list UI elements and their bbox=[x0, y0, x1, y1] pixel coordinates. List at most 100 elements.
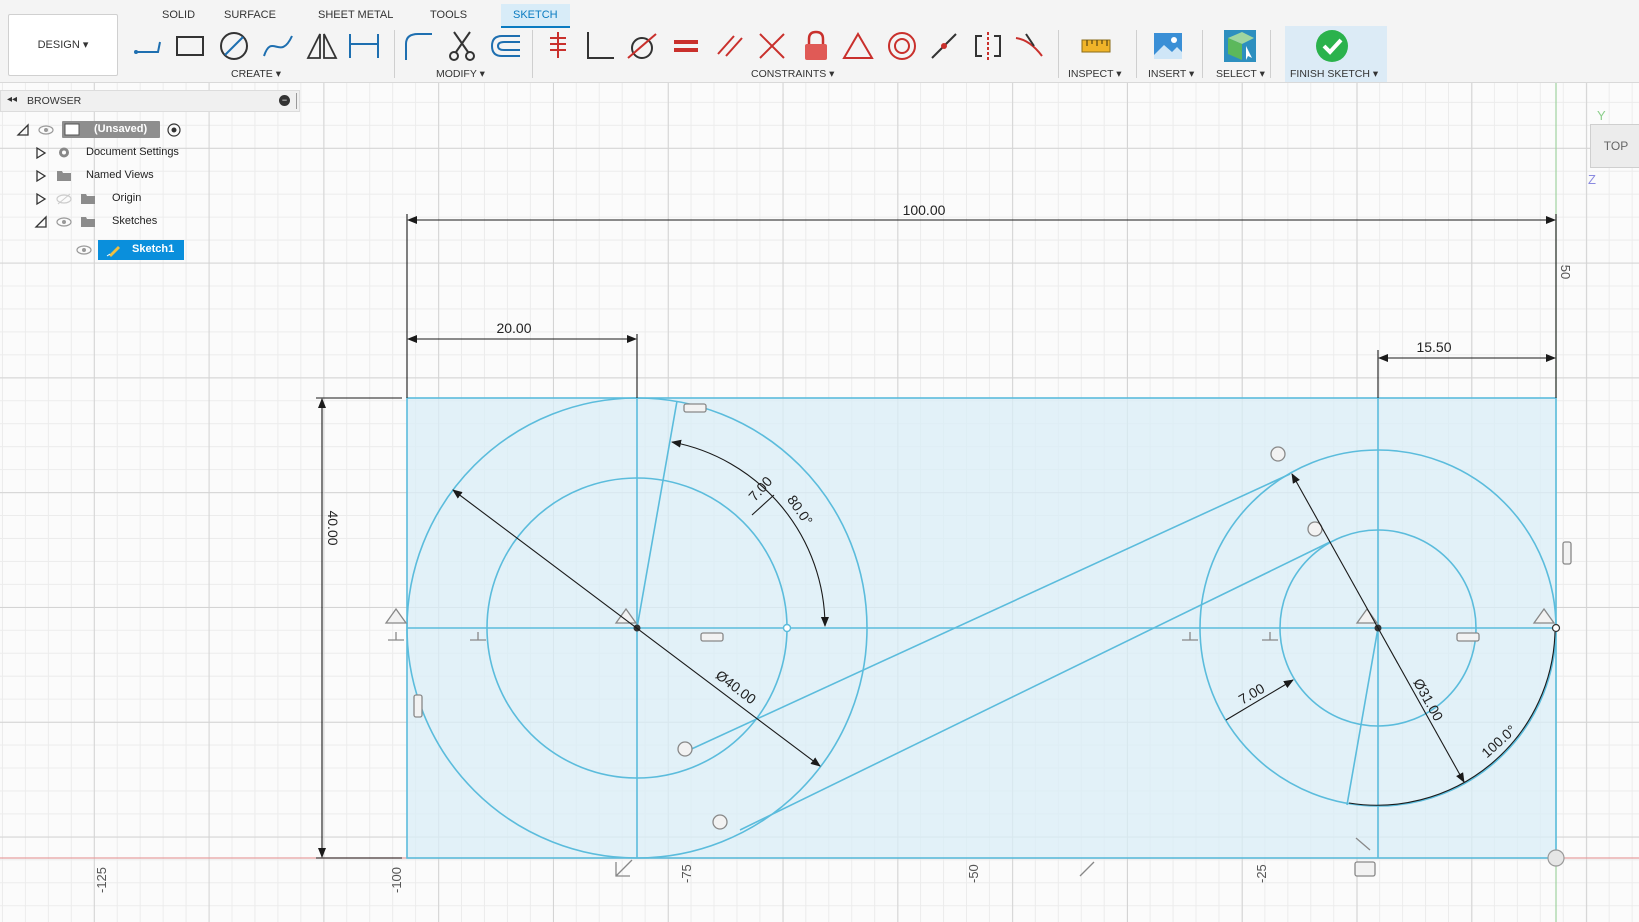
browser-minus-icon[interactable]: − bbox=[279, 95, 290, 106]
collapse-browser-icon[interactable]: ◂◂ bbox=[7, 94, 17, 105]
measure-tool[interactable] bbox=[1078, 28, 1114, 64]
line-icon bbox=[134, 41, 161, 54]
select-icon bbox=[1224, 30, 1256, 62]
midpoint-constraint-icon[interactable] bbox=[388, 632, 404, 641]
browser-item-label: Sketches bbox=[112, 215, 158, 227]
perpendicular-tool[interactable] bbox=[754, 28, 790, 64]
spline-tool[interactable] bbox=[260, 28, 296, 64]
dim-height[interactable]: 40.00 bbox=[325, 510, 341, 545]
axis-y-label: Y bbox=[1597, 108, 1606, 123]
check-icon bbox=[1316, 30, 1348, 62]
browser-item-label: Origin bbox=[112, 192, 142, 204]
origin-marker[interactable] bbox=[1547, 849, 1565, 867]
modify-menu[interactable]: MODIFY ▾ bbox=[436, 68, 485, 80]
view-cube[interactable]: TOP bbox=[1590, 124, 1639, 168]
tab-solid[interactable]: SOLID bbox=[150, 4, 207, 26]
eye-icon[interactable] bbox=[76, 243, 92, 257]
perpendicular-constraint-icon[interactable] bbox=[615, 859, 633, 877]
circle-tool[interactable] bbox=[216, 28, 252, 64]
sketch1-label: Sketch1 bbox=[132, 243, 175, 255]
expand-closed-icon[interactable] bbox=[34, 146, 48, 160]
constraints-menu[interactable]: CONSTRAINTS ▾ bbox=[751, 68, 834, 80]
sketch-canvas[interactable]: 100.00 20.00 15.50 40.00 7.00 80.0° Ø40.… bbox=[0, 82, 1639, 922]
trim-tool[interactable] bbox=[444, 28, 480, 64]
line-tool[interactable] bbox=[130, 28, 166, 64]
fillet-tool[interactable] bbox=[400, 28, 436, 64]
finish-sketch-label: FINISH SKETCH bbox=[1290, 68, 1370, 80]
tab-tools[interactable]: TOOLS bbox=[418, 4, 479, 26]
browser-item-document-settings[interactable]: Document Settings bbox=[34, 143, 234, 163]
browser-panel-header[interactable]: ◂◂ BROWSER − bbox=[0, 90, 300, 112]
tangent-constraint-icon[interactable] bbox=[677, 741, 693, 757]
fix-tool[interactable] bbox=[798, 28, 834, 64]
concentric-tool[interactable] bbox=[884, 28, 920, 64]
vertical-constraint-icon[interactable] bbox=[413, 694, 423, 718]
insert-image-tool[interactable] bbox=[1150, 28, 1186, 64]
eye-icon[interactable] bbox=[56, 215, 72, 229]
parallel-icon bbox=[717, 35, 743, 57]
mirror-tool[interactable] bbox=[304, 28, 340, 64]
activate-radio-icon[interactable] bbox=[166, 123, 182, 137]
expand-closed-icon[interactable] bbox=[34, 192, 48, 206]
horizontal-constraint-icon[interactable] bbox=[700, 632, 724, 642]
fix-constraint-icon[interactable] bbox=[1354, 861, 1376, 877]
parallel-tool[interactable] bbox=[712, 28, 748, 64]
browser-root-item[interactable]: (Unsaved) bbox=[14, 120, 214, 140]
symmetry-tool[interactable] bbox=[970, 28, 1006, 64]
view-cube-face[interactable]: TOP bbox=[1604, 139, 1628, 153]
horizontal-vertical-tool[interactable] bbox=[582, 28, 618, 64]
dim-left-offset[interactable]: 20.00 bbox=[496, 320, 531, 336]
root-label: (Unsaved) bbox=[94, 123, 148, 135]
create-menu[interactable]: CREATE ▾ bbox=[231, 68, 281, 80]
equal-tool[interactable] bbox=[668, 28, 704, 64]
toolbar-separator bbox=[1136, 30, 1137, 78]
vertical-constraint-icon[interactable] bbox=[1562, 541, 1572, 565]
expand-closed-icon[interactable] bbox=[34, 169, 48, 183]
dimension-tool[interactable] bbox=[346, 28, 382, 64]
browser-item-sketch1[interactable]: Sketch1 bbox=[98, 240, 184, 260]
sketch-drawing[interactable]: 100.00 20.00 15.50 40.00 7.00 80.0° Ø40.… bbox=[0, 82, 1639, 922]
expand-open-icon[interactable] bbox=[34, 215, 48, 229]
tab-sheet-metal[interactable]: SHEET METAL bbox=[306, 4, 405, 26]
lock-icon bbox=[805, 30, 827, 60]
collinear-tool[interactable] bbox=[926, 28, 962, 64]
expand-open-icon[interactable] bbox=[16, 123, 30, 137]
insert-menu[interactable]: INSERT ▾ bbox=[1148, 68, 1194, 80]
select-tool[interactable] bbox=[1222, 28, 1258, 64]
inspect-label: INSPECT bbox=[1068, 68, 1114, 80]
inspect-menu[interactable]: INSPECT ▾ bbox=[1068, 68, 1122, 80]
dim-overall-width[interactable]: 100.00 bbox=[903, 202, 946, 218]
dim-right-offset[interactable]: 15.50 bbox=[1416, 339, 1451, 355]
curvature-icon bbox=[1015, 33, 1043, 57]
horizontal-constraint-icon[interactable] bbox=[683, 403, 707, 413]
horizontal-constraint-icon[interactable] bbox=[1456, 632, 1480, 642]
finish-sketch-button[interactable] bbox=[1314, 28, 1350, 64]
equal-icon bbox=[674, 40, 698, 52]
side-value-label: 50 bbox=[1558, 265, 1573, 279]
browser-item-named-views[interactable]: Named Views bbox=[34, 166, 234, 186]
finish-sketch-menu[interactable]: FINISH SKETCH ▾ bbox=[1290, 68, 1378, 80]
select-menu[interactable]: SELECT ▾ bbox=[1216, 68, 1265, 80]
curvature-tool[interactable] bbox=[1012, 28, 1048, 64]
rectangle-tool[interactable] bbox=[172, 28, 208, 64]
tangent-constraint-icon[interactable] bbox=[1270, 446, 1286, 462]
tangent-tool[interactable] bbox=[624, 28, 660, 64]
coincident-tool[interactable] bbox=[540, 28, 576, 64]
midpoint-tool[interactable] bbox=[840, 28, 876, 64]
panel-grip-icon[interactable] bbox=[296, 93, 299, 109]
perpendicular-constraint-icon[interactable] bbox=[1079, 861, 1095, 877]
offset-tool[interactable] bbox=[488, 28, 524, 64]
eye-hidden-icon[interactable] bbox=[56, 192, 72, 206]
tab-surface[interactable]: SURFACE bbox=[212, 4, 288, 26]
tab-sketch[interactable]: SKETCH bbox=[501, 4, 570, 28]
tangent-constraint-icon[interactable] bbox=[712, 814, 728, 830]
eye-icon[interactable] bbox=[38, 123, 54, 137]
point-edge-right[interactable] bbox=[1551, 623, 1561, 633]
coincident-constraint-icon[interactable] bbox=[384, 607, 408, 624]
browser-item-sketches[interactable]: Sketches bbox=[34, 212, 234, 232]
point-inner-right[interactable] bbox=[782, 623, 792, 633]
workspace-switcher[interactable]: DESIGN ▾ bbox=[8, 14, 118, 76]
browser-item-origin[interactable]: Origin bbox=[34, 189, 234, 209]
modify-label: MODIFY bbox=[436, 68, 477, 80]
mirror-icon bbox=[306, 33, 338, 59]
